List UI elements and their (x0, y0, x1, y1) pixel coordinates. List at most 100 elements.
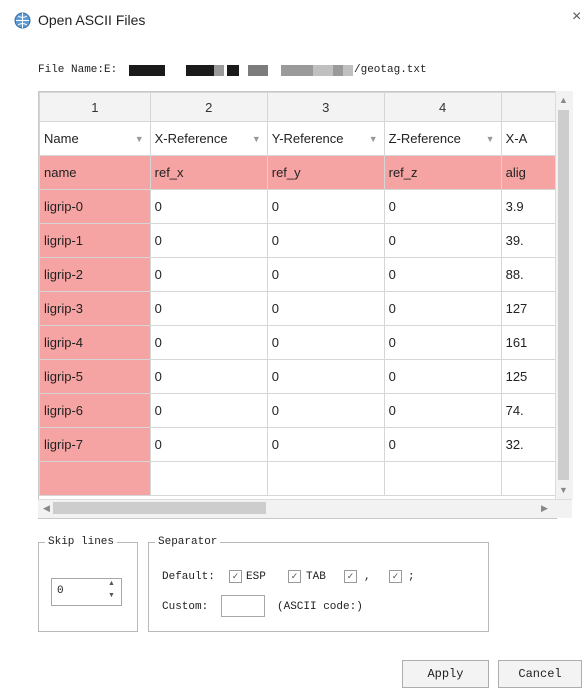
semicolon-checkbox[interactable]: ✓ (389, 570, 402, 583)
data-grid[interactable]: 1 2 3 4 Name ▼ X-Reference ▼ Y-Reference ▼ … (38, 91, 557, 519)
table-cell[interactable]: ligrip-5 (39, 359, 151, 394)
skip-lines-value: 0 (57, 585, 64, 597)
table-cell[interactable] (500, 461, 556, 496)
table-cell[interactable]: 0 (149, 291, 268, 326)
redacted-path-block (281, 65, 313, 76)
redacted-path-block (214, 65, 224, 76)
horizontal-scroll-thumb[interactable] (53, 502, 266, 514)
table-row: ligrip-5 0 0 0 125 (39, 359, 556, 394)
table-cell[interactable]: 74. (500, 393, 556, 428)
table-cell[interactable]: 0 (149, 325, 268, 360)
table-cell[interactable] (39, 461, 151, 496)
scroll-down-icon[interactable]: ▼ (555, 485, 572, 495)
table-cell[interactable]: 0 (266, 393, 385, 428)
table-row: ligrip-4 0 0 0 161 (39, 325, 556, 360)
cancel-button[interactable]: Cancel (498, 660, 582, 688)
table-cell[interactable]: 3.9 (500, 189, 556, 224)
table-cell[interactable]: 0 (383, 223, 502, 258)
column-number: 3 (266, 92, 385, 122)
tab-checkbox[interactable]: ✓ (288, 570, 301, 583)
close-icon[interactable]: × (572, 8, 581, 26)
column-type-dropdown[interactable]: Y-Reference ▼ (266, 121, 385, 156)
column-number-row: 1 2 3 4 (39, 92, 556, 122)
table-cell[interactable]: 0 (266, 223, 385, 258)
esp-checkbox[interactable]: ✓ (229, 570, 242, 583)
table-cell[interactable]: 0 (266, 427, 385, 462)
default-label: Default: (162, 571, 215, 583)
table-cell[interactable]: 0 (149, 359, 268, 394)
table-cell[interactable]: ligrip-7 (39, 427, 151, 462)
table-cell[interactable]: 0 (383, 325, 502, 360)
file-name-suffix: /geotag.txt (354, 64, 427, 76)
table-cell[interactable]: 125 (500, 359, 556, 394)
table-cell[interactable]: ligrip-3 (39, 291, 151, 326)
table-cell[interactable]: 0 (383, 189, 502, 224)
table-row: ligrip-7 0 0 0 32. (39, 427, 556, 462)
table-cell[interactable]: 39. (500, 223, 556, 258)
scroll-left-icon[interactable]: ◀ (38, 503, 55, 514)
table-cell[interactable]: 0 (266, 291, 385, 326)
field-name-cell[interactable]: ref_y (266, 155, 385, 190)
column-type-label: Name (44, 131, 79, 146)
table-row: ligrip-2 0 0 0 88. (39, 257, 556, 292)
table-cell[interactable]: ligrip-2 (39, 257, 151, 292)
table-cell[interactable]: ligrip-4 (39, 325, 151, 360)
column-type-dropdown[interactable]: X-A (500, 121, 556, 156)
column-number: 2 (149, 92, 268, 122)
column-type-dropdown[interactable]: Name ▼ (39, 121, 151, 156)
table-cell[interactable]: 0 (149, 257, 268, 292)
comma-checkbox[interactable]: ✓ (344, 570, 357, 583)
redacted-path-block (313, 65, 333, 76)
table-cell[interactable]: 32. (500, 427, 556, 462)
comma-label: , (364, 571, 371, 583)
spin-up-icon[interactable]: ▲ (108, 580, 115, 587)
redacted-path-block (186, 65, 214, 76)
table-cell[interactable]: 0 (383, 393, 502, 428)
skip-lines-spinbox[interactable]: 0 ▲ ▼ (51, 578, 122, 606)
ascii-code-label: (ASCII code:) (277, 601, 363, 613)
table-cell[interactable]: 0 (266, 189, 385, 224)
column-type-dropdown[interactable]: X-Reference ▼ (149, 121, 268, 156)
table-cell[interactable]: ligrip-1 (39, 223, 151, 258)
table-cell[interactable]: 0 (266, 325, 385, 360)
field-name-cell[interactable]: alig (500, 155, 556, 190)
field-name-cell[interactable]: ref_z (383, 155, 502, 190)
table-cell[interactable]: 0 (383, 359, 502, 394)
table-cell[interactable]: 127 (500, 291, 556, 326)
file-name-label: File Name:E: (38, 64, 117, 76)
scroll-right-icon[interactable]: ▶ (536, 503, 553, 514)
spin-down-icon[interactable]: ▼ (108, 592, 115, 599)
table-cell[interactable]: 0 (266, 257, 385, 292)
table-cell[interactable]: 0 (149, 393, 268, 428)
vertical-scroll-thumb[interactable] (558, 110, 569, 480)
table-cell[interactable]: 0 (266, 359, 385, 394)
window-title: Open ASCII Files (38, 12, 146, 28)
skip-lines-legend: Skip lines (48, 536, 115, 548)
chevron-down-icon: ▼ (485, 133, 495, 144)
chevron-down-icon: ▼ (134, 133, 144, 144)
column-type-label: X-Reference (154, 131, 228, 146)
table-cell[interactable] (383, 461, 502, 496)
table-cell[interactable]: ligrip-0 (39, 189, 151, 224)
field-name-row: name ref_x ref_y ref_z alig (39, 155, 556, 190)
table-cell[interactable]: 161 (500, 325, 556, 360)
custom-separator-input[interactable] (221, 595, 265, 617)
table-cell[interactable] (266, 461, 385, 496)
scroll-up-icon[interactable]: ▲ (555, 95, 572, 105)
data-table: 1 2 3 4 Name ▼ X-Reference ▼ Y-Reference ▼ … (39, 92, 556, 496)
table-cell[interactable]: 0 (149, 427, 268, 462)
table-cell[interactable]: 0 (383, 427, 502, 462)
column-type-dropdown[interactable]: Z-Reference ▼ (383, 121, 502, 156)
separator-legend: Separator (158, 536, 218, 548)
table-cell[interactable] (149, 461, 268, 496)
table-cell[interactable]: 0 (383, 257, 502, 292)
table-cell[interactable]: 88. (500, 257, 556, 292)
table-cell[interactable]: ligrip-6 (39, 393, 151, 428)
table-row: ligrip-1 0 0 0 39. (39, 223, 556, 258)
apply-button[interactable]: Apply (402, 660, 489, 688)
field-name-cell[interactable]: ref_x (149, 155, 268, 190)
table-cell[interactable]: 0 (149, 223, 268, 258)
table-cell[interactable]: 0 (383, 291, 502, 326)
table-cell[interactable]: 0 (149, 189, 268, 224)
field-name-cell[interactable]: name (39, 155, 151, 190)
